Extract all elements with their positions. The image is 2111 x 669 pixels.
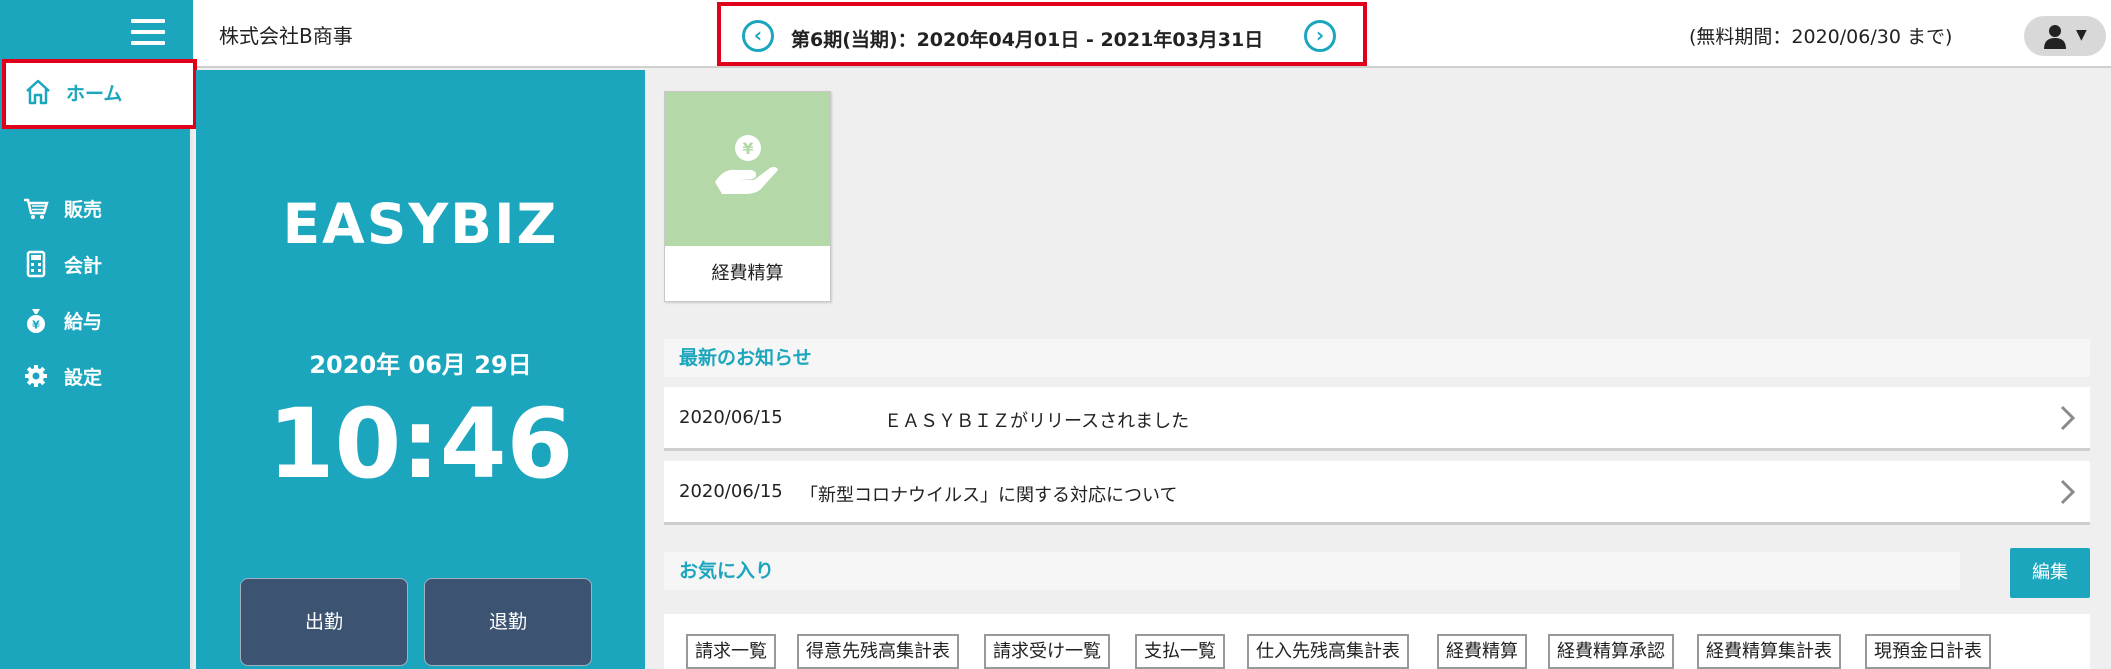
svg-text:¥: ¥ [32,319,40,332]
user-icon [2044,25,2066,49]
chevron-right-icon [2060,405,2076,431]
favorite-link[interactable]: 現預金日計表 [1865,634,1991,669]
favorites-list: 請求一覧 得意先残高集計表 請求受け一覧 支払一覧 仕入先残高集計表 経費精算 … [664,614,2090,669]
news-title: 「新型コロナウイルス」に関する対応について [800,485,1178,506]
fiscal-period-selector: ‹ 第6期(当期)：2020年04月01日 - 2021年03月31日 › [717,2,1367,66]
home-icon [26,79,50,105]
current-time: 10:46 [267,388,574,500]
favorite-link[interactable]: 請求一覧 [686,634,776,669]
clock-in-button[interactable]: 出勤 [240,578,408,666]
edit-favorites-button[interactable]: 編集 [2010,548,2090,598]
sidebar-item-label: ホーム [66,83,123,105]
sidebar-item-accounting[interactable]: 会計 [0,236,193,292]
chevron-down-icon: ▼ [2076,27,2087,43]
top-header: 株式会社B商事 ‹ 第6期(当期)：2020年04月01日 - 2021年03月… [0,0,2111,68]
sidebar-item-label: 販売 [64,199,103,221]
free-trial-notice: (無料期間：2020/06/30 まで) [1689,26,1953,48]
brand-logo: EASYBIZ [282,192,559,256]
current-date: 2020年 06月 29日 [309,351,532,379]
svg-text:¥: ¥ [742,139,753,158]
money-bag-icon: ¥ [27,309,45,333]
favorite-link[interactable]: 請求受け一覧 [984,634,1110,669]
favorite-link[interactable]: 支払一覧 [1135,634,1225,669]
expense-settlement-tile[interactable]: ¥ 経費精算 [664,91,831,302]
sidebar-item-label: 設定 [64,367,103,389]
next-period-button[interactable]: › [1304,20,1336,52]
previous-period-button[interactable]: ‹ [742,20,774,52]
news-heading: 最新のお知らせ [664,339,2090,377]
user-menu-button[interactable]: ▼ [2024,16,2106,56]
clock-panel: EASYBIZ 2020年 06月 29日 10:46 出勤 退勤 [196,70,645,669]
news-date: 2020/06/15 [679,481,783,502]
favorite-link[interactable]: 経費精算集計表 [1697,634,1841,669]
cart-icon [24,198,49,219]
sidebar: 販売 会計 ¥ 給与 設定 [0,68,193,669]
news-item[interactable]: 2020/06/15 ＥＡＳＹＢＩＺがリリースされました [664,387,2090,451]
gear-icon [25,365,47,387]
hamburger-menu-icon[interactable] [131,19,165,45]
sidebar-item-home[interactable]: ホーム [2,59,197,129]
chevron-right-icon [2060,479,2076,505]
sidebar-item-sales[interactable]: 販売 [0,180,193,236]
sidebar-item-settings[interactable]: 設定 [0,348,193,404]
sidebar-item-label: 給与 [64,311,103,333]
favorite-link[interactable]: 得意先残高集計表 [797,634,959,669]
tile-label: 経費精算 [711,263,784,284]
news-item[interactable]: 2020/06/15 「新型コロナウイルス」に関する対応について [664,461,2090,525]
clock-out-button[interactable]: 退勤 [424,578,592,666]
menu-toggle-area [0,0,193,68]
sidebar-item-label: 会計 [64,255,103,277]
fiscal-period-label: 第6期(当期)：2020年04月01日 - 2021年03月31日 [791,29,1264,51]
yen-hand-icon: ¥ [715,135,778,194]
favorites-heading: お気に入り [664,552,1960,590]
favorite-link[interactable]: 経費精算承認 [1548,634,1674,669]
favorite-link[interactable]: 仕入先残高集計表 [1247,634,1409,669]
tile-image: ¥ [665,92,830,246]
calculator-icon [26,250,46,278]
news-date: 2020/06/15 [679,407,783,428]
sidebar-item-payroll[interactable]: ¥ 給与 [0,292,193,348]
favorite-link[interactable]: 経費精算 [1437,634,1527,669]
company-name: 株式会社B商事 [219,24,353,48]
news-title: ＥＡＳＹＢＩＺがリリースされました [884,411,1190,432]
